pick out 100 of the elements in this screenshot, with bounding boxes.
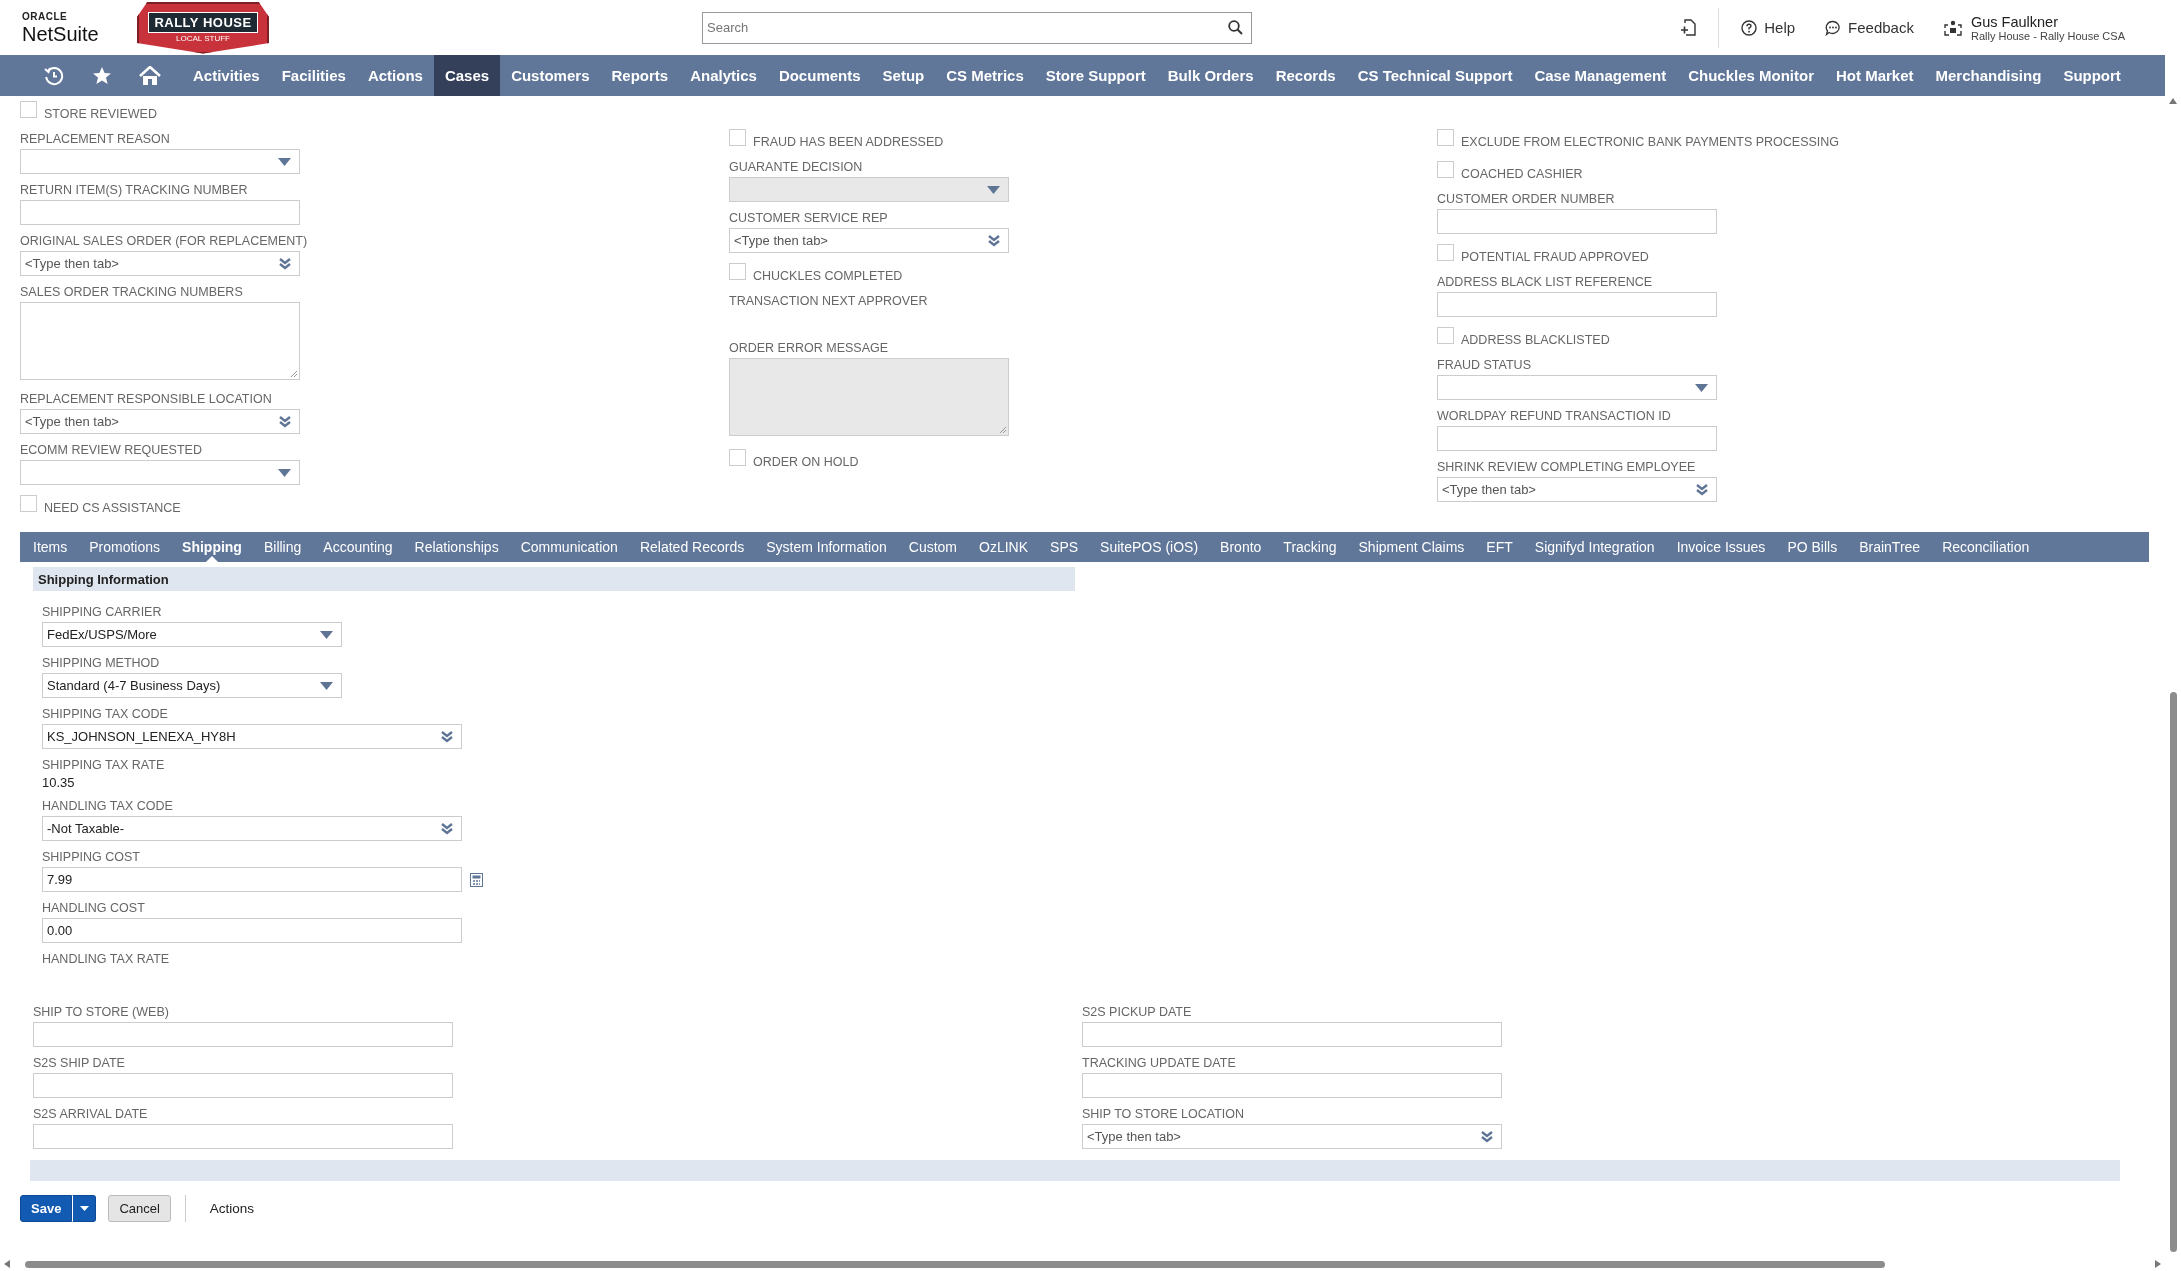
subtab[interactable]: Shipment Claims <box>1358 532 1465 562</box>
recent-history-icon[interactable] <box>44 65 64 86</box>
nav-menu-item[interactable]: Chuckles Monitor <box>1677 55 1825 96</box>
scroll-left-icon[interactable] <box>4 1260 10 1268</box>
subtab[interactable]: System Information <box>766 532 887 562</box>
nav-menu-item[interactable]: Facilities <box>270 55 357 96</box>
subtab[interactable]: PO Bills <box>1787 532 1838 562</box>
subtab[interactable]: SPS <box>1050 532 1079 562</box>
subtab[interactable]: Relationships <box>414 532 499 562</box>
select-field[interactable] <box>20 149 300 174</box>
subtab[interactable]: Related Records <box>639 532 745 562</box>
save-button[interactable]: Save <box>20 1195 73 1222</box>
subtab[interactable]: Items <box>33 532 68 562</box>
subtab[interactable]: Tracking <box>1283 532 1337 562</box>
select-field[interactable] <box>20 460 300 485</box>
select-field[interactable] <box>1437 375 1717 400</box>
nav-menu-item[interactable]: Setup <box>871 55 936 96</box>
nav-menu-item[interactable]: CS Metrics <box>935 55 1035 96</box>
resize-grip-icon[interactable] <box>290 370 298 378</box>
nav-menu-item[interactable]: CS Technical Support <box>1346 55 1524 96</box>
subtab[interactable]: Accounting <box>323 532 393 562</box>
feedback-link[interactable]: Feedback <box>1825 19 1914 36</box>
checkbox[interactable] <box>1437 327 1454 344</box>
select-field[interactable]: FedEx/USPS/More <box>42 622 342 647</box>
double-chevron-icon[interactable] <box>441 822 453 835</box>
scroll-right-icon[interactable] <box>2155 1260 2161 1268</box>
checkbox[interactable] <box>1437 244 1454 261</box>
search-field[interactable]: Search <box>702 11 1252 44</box>
cancel-button[interactable]: Cancel <box>108 1195 171 1222</box>
nav-menu-item[interactable]: Reports <box>600 55 680 96</box>
nav-menu-item[interactable]: Support <box>2052 55 2132 96</box>
checkbox[interactable] <box>20 101 37 118</box>
subtab[interactable]: Custom <box>908 532 958 562</box>
checkbox[interactable] <box>729 263 746 280</box>
help-link[interactable]: Help <box>1741 19 1796 36</box>
subtab[interactable]: SuitePOS (iOS) <box>1100 532 1199 562</box>
nav-menu-item[interactable]: Case Management <box>1523 55 1678 96</box>
input-field[interactable] <box>20 200 300 225</box>
user-name[interactable]: Gus Faulkner <box>1970 13 2125 30</box>
subtab[interactable]: Reconciliation <box>1942 532 2030 562</box>
subtab[interactable]: BrainTree <box>1859 532 1921 562</box>
star-icon[interactable] <box>92 65 112 86</box>
subtab[interactable]: OzLINK <box>979 532 1029 562</box>
subtab[interactable]: Signifyd Integration <box>1534 532 1655 562</box>
input-field[interactable] <box>1437 426 1717 451</box>
input-field[interactable]: 0.00 <box>42 918 462 943</box>
double-chevron-icon[interactable] <box>988 234 1000 247</box>
search-input[interactable]: Search <box>703 20 1228 35</box>
double-chevron-icon[interactable] <box>279 415 291 428</box>
page-plus-icon[interactable] <box>1680 19 1697 36</box>
dropdown-arrow-icon[interactable] <box>320 681 333 690</box>
vertical-scrollbar[interactable] <box>2169 692 2177 1252</box>
double-chevron-icon[interactable] <box>1696 483 1708 496</box>
dropdown-arrow-icon[interactable] <box>1695 383 1708 392</box>
nav-menu-item[interactable]: Cases <box>433 55 501 96</box>
checkbox[interactable] <box>1437 129 1454 146</box>
dropdown-arrow-icon[interactable] <box>278 468 291 477</box>
input-field[interactable] <box>33 1022 453 1047</box>
lookup-field[interactable]: <Type then tab> <box>20 409 300 434</box>
nav-menu-item[interactable]: Analytics <box>679 55 768 96</box>
search-icon[interactable] <box>1228 20 1243 35</box>
subtab[interactable]: Promotions <box>89 532 161 562</box>
calculator-icon[interactable] <box>470 872 483 887</box>
horizontal-scrollbar[interactable] <box>25 1261 1885 1268</box>
input-field[interactable] <box>1437 292 1717 317</box>
nav-menu-item[interactable]: Hot Market <box>1825 55 1925 96</box>
checkbox[interactable] <box>729 449 746 466</box>
nav-menu-item[interactable]: Documents <box>767 55 872 96</box>
double-chevron-icon[interactable] <box>1481 1130 1493 1143</box>
input-field[interactable] <box>1437 209 1717 234</box>
subtab[interactable]: Bronto <box>1220 532 1262 562</box>
checkbox[interactable] <box>729 129 746 146</box>
input-field[interactable] <box>33 1073 453 1098</box>
double-chevron-icon[interactable] <box>441 730 453 743</box>
subtab[interactable]: Invoice Issues <box>1676 532 1766 562</box>
scroll-up-icon[interactable] <box>2169 98 2177 104</box>
nav-menu-item[interactable]: Customers <box>500 55 601 96</box>
input-field[interactable] <box>33 1124 453 1149</box>
input-field[interactable] <box>1082 1073 1502 1098</box>
lookup-field[interactable]: <Type then tab> <box>729 228 1009 253</box>
subtab[interactable]: Billing <box>263 532 302 562</box>
dropdown-arrow-icon[interactable] <box>320 630 333 639</box>
select-field[interactable]: Standard (4-7 Business Days) <box>42 673 342 698</box>
input-field[interactable] <box>1082 1022 1502 1047</box>
actions-menu[interactable]: Actions <box>209 1201 255 1216</box>
lookup-field[interactable]: <Type then tab> <box>1437 477 1717 502</box>
dropdown-arrow-icon[interactable] <box>278 157 291 166</box>
nav-menu-item[interactable]: Bulk Orders <box>1156 55 1265 96</box>
input-field[interactable]: 7.99 <box>42 867 462 892</box>
lookup-field[interactable]: <Type then tab> <box>20 251 300 276</box>
nav-menu-item[interactable]: Merchandising <box>1924 55 2053 96</box>
subtab[interactable]: Communication <box>520 532 618 562</box>
lookup-field[interactable]: <Type then tab> <box>1082 1124 1502 1149</box>
double-chevron-icon[interactable] <box>279 257 291 270</box>
nav-menu-item[interactable]: Store Support <box>1034 55 1157 96</box>
nav-menu-item[interactable]: Records <box>1264 55 1347 96</box>
roles-icon[interactable] <box>1943 18 1962 37</box>
nav-menu-item[interactable]: Activities <box>182 55 271 96</box>
checkbox[interactable] <box>20 495 37 512</box>
nav-menu-item[interactable]: Actions <box>356 55 434 96</box>
